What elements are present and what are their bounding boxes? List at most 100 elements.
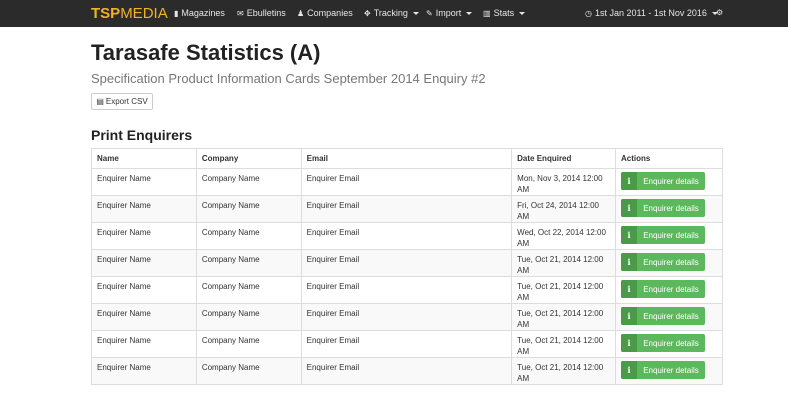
nav-magazines[interactable]: ▮ Magazines [174, 8, 225, 18]
brand-part2: MEDIA [120, 5, 168, 22]
cell-actions: i Enquirer details [614, 195, 724, 223]
cell-actions: i Enquirer details [614, 330, 724, 358]
enquirer-details-button[interactable]: i Enquirer details [620, 253, 705, 271]
cell-name: Enquirer Name [91, 330, 197, 358]
table-row: Enquirer Name Company Name Enquirer Emai… [91, 195, 724, 223]
brand-logo[interactable]: TSPMEDIA [91, 5, 168, 22]
nav-daterange[interactable]: ◷ 1st Jan 2011 - 1st Nov 2016 [585, 8, 718, 18]
nav-ebulletins[interactable]: ✉ Ebulletins [237, 8, 286, 18]
cell-actions: i Enquirer details [614, 222, 724, 250]
nav-stats[interactable]: ▥ Stats [483, 8, 526, 18]
col-header-company: Company [195, 148, 302, 169]
cell-actions: i Enquirer details [614, 249, 724, 277]
cell-name: Enquirer Name [91, 249, 197, 277]
nav-tracking[interactable]: ✥ Tracking [364, 8, 419, 18]
cell-date: Tue, Oct 21, 2014 12:00 AM [511, 330, 616, 358]
clock-icon: ◷ [585, 8, 592, 18]
nav-magazines-label: Magazines [181, 8, 225, 18]
book-icon: ▮ [174, 8, 179, 18]
cell-date: Tue, Oct 21, 2014 12:00 AM [511, 357, 616, 385]
nav-tracking-label: Tracking [373, 8, 408, 18]
cell-name: Enquirer Name [91, 357, 197, 385]
cell-email: Enquirer Email [300, 249, 513, 277]
chevron-down-icon [412, 11, 419, 15]
chevron-down-icon [519, 11, 526, 15]
enquirers-table: Name Company Email Date Enquired Actions… [91, 148, 724, 385]
cell-email: Enquirer Email [300, 357, 513, 385]
cell-name: Enquirer Name [91, 276, 197, 304]
cell-name: Enquirer Name [91, 195, 197, 223]
bar-chart-icon: ▥ [483, 8, 491, 18]
cell-date: Tue, Oct 21, 2014 12:00 AM [511, 249, 616, 277]
export-csv-button[interactable]: ▤ Export CSV [91, 93, 153, 110]
enquirer-details-label: Enquirer details [643, 203, 699, 213]
table-row: Enquirer Name Company Name Enquirer Emai… [91, 168, 724, 196]
table-row: Enquirer Name Company Name Enquirer Emai… [91, 222, 724, 250]
table-row: Enquirer Name Company Name Enquirer Emai… [91, 249, 724, 277]
nav-daterange-label: 1st Jan 2011 - 1st Nov 2016 [594, 8, 707, 18]
enquirer-details-button[interactable]: i Enquirer details [620, 361, 705, 379]
col-header-name: Name [91, 148, 197, 169]
cell-company: Company Name [195, 249, 302, 277]
cell-actions: i Enquirer details [614, 276, 724, 304]
enquirer-details-button[interactable]: i Enquirer details [620, 334, 705, 352]
table-row: Enquirer Name Company Name Enquirer Emai… [91, 330, 724, 358]
enquirer-details-label: Enquirer details [643, 284, 699, 294]
enquirer-details-button[interactable]: i Enquirer details [620, 226, 705, 244]
info-icon: i [620, 253, 637, 271]
gear-icon: ⚙ [716, 8, 724, 17]
cell-date: Fri, Oct 24, 2014 12:00 AM [511, 195, 616, 223]
nav-companies[interactable]: ♟ Companies [297, 8, 353, 18]
cell-company: Company Name [195, 276, 302, 304]
cell-email: Enquirer Email [300, 222, 513, 250]
cell-name: Enquirer Name [91, 303, 197, 331]
cell-company: Company Name [195, 303, 302, 331]
cell-date: Tue, Oct 21, 2014 12:00 AM [511, 276, 616, 304]
file-icon: ▤ [96, 97, 104, 106]
enquirer-details-label: Enquirer details [643, 230, 699, 240]
brand-part1: TSP [91, 5, 121, 22]
page-title: Tarasafe Statistics (A) [91, 40, 321, 65]
envelope-icon: ✉ [237, 8, 244, 18]
enquirer-details-button[interactable]: i Enquirer details [620, 280, 705, 298]
info-icon: i [620, 361, 637, 379]
cell-actions: i Enquirer details [614, 303, 724, 331]
col-header-actions: Actions [614, 148, 724, 169]
info-icon: i [620, 280, 637, 298]
cell-company: Company Name [195, 195, 302, 223]
cell-email: Enquirer Email [300, 276, 513, 304]
cell-email: Enquirer Email [300, 168, 513, 196]
nav-import[interactable]: ✎ Import [426, 8, 473, 18]
export-csv-label: Export CSV [105, 97, 148, 106]
enquirer-details-button[interactable]: i Enquirer details [620, 172, 705, 190]
cell-date: Tue, Oct 21, 2014 12:00 AM [511, 303, 616, 331]
cell-name: Enquirer Name [91, 168, 197, 196]
enquirer-details-label: Enquirer details [643, 311, 699, 321]
cell-company: Company Name [195, 222, 302, 250]
col-header-email: Email [300, 148, 513, 169]
col-header-date: Date Enquired [511, 148, 616, 169]
enquirer-details-button[interactable]: i Enquirer details [620, 307, 705, 325]
page-subtitle: Specification Product Information Cards … [91, 71, 486, 86]
settings-button[interactable]: ⚙ [716, 8, 723, 17]
table-row: Enquirer Name Company Name Enquirer Emai… [91, 357, 724, 385]
cell-date: Wed, Oct 22, 2014 12:00 AM [511, 222, 616, 250]
move-icon: ✥ [364, 8, 371, 18]
cell-actions: i Enquirer details [614, 168, 724, 196]
enquirer-details-button[interactable]: i Enquirer details [620, 199, 705, 217]
top-navbar: TSPMEDIA ▮ Magazines ✉ Ebulletins ♟ Comp… [0, 0, 788, 27]
cell-company: Company Name [195, 168, 302, 196]
table-row: Enquirer Name Company Name Enquirer Emai… [91, 303, 724, 331]
cell-email: Enquirer Email [300, 303, 513, 331]
info-icon: i [620, 307, 637, 325]
enquirer-details-label: Enquirer details [643, 176, 699, 186]
chevron-down-icon [466, 11, 473, 15]
info-icon: i [620, 226, 637, 244]
nav-import-label: Import [435, 8, 462, 18]
nav-companies-label: Companies [307, 8, 353, 18]
cell-actions: i Enquirer details [614, 357, 724, 385]
table-row: Enquirer Name Company Name Enquirer Emai… [91, 276, 724, 304]
cell-date: Mon, Nov 3, 2014 12:00 AM [511, 168, 616, 196]
nav-ebulletins-label: Ebulletins [246, 8, 286, 18]
enquirer-details-label: Enquirer details [643, 257, 699, 267]
